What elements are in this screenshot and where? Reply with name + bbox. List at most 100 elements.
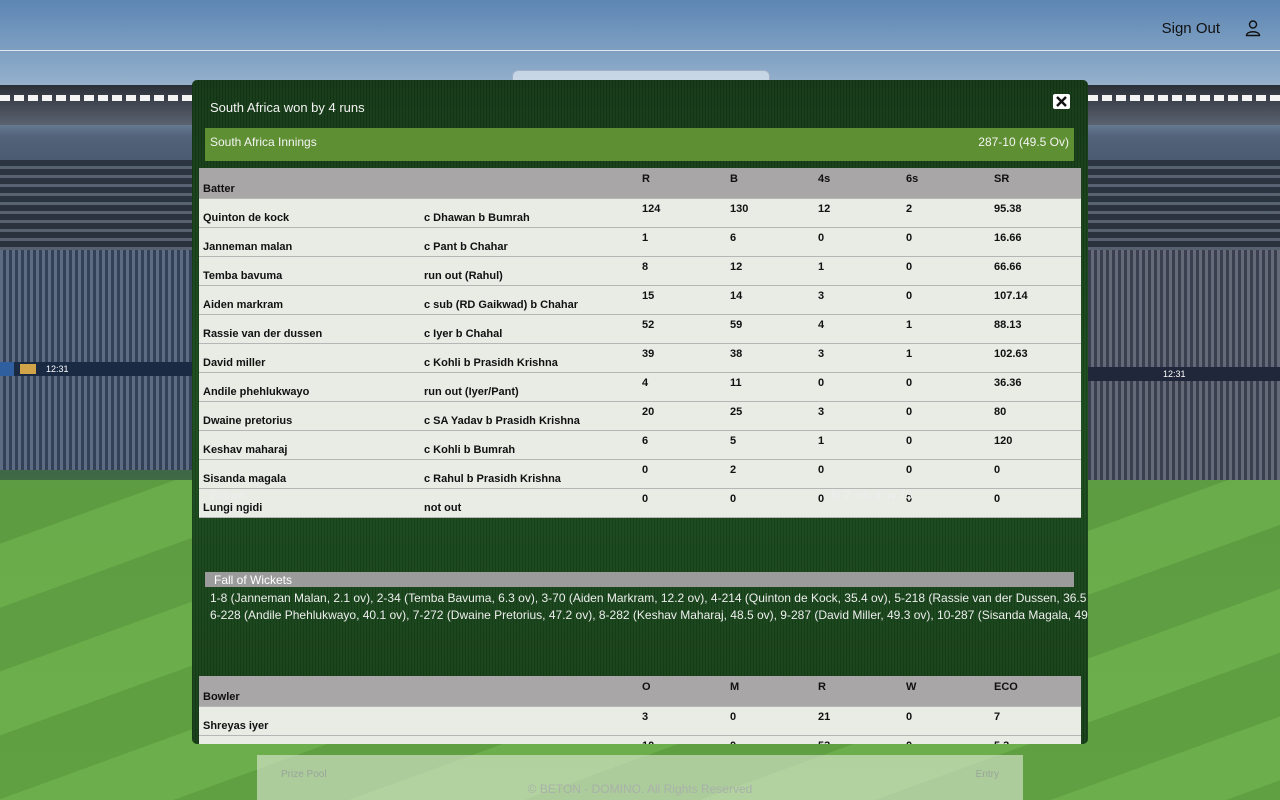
fours-cell: 1 (814, 430, 902, 460)
dismissal: c SA Yadav b Prasidh Krishna (420, 401, 638, 431)
strike-rate-cell: 36.36 (990, 372, 1081, 402)
sixes-cell: 0 (902, 285, 990, 315)
strike-rate-cell: 0 (990, 488, 1081, 518)
balls-cell: 2 (726, 459, 814, 489)
strike-rate-cell: 95.38 (990, 198, 1081, 228)
balls-cell: 25 (726, 401, 814, 431)
fall-of-wickets-header: Fall of Wickets (205, 572, 1074, 587)
table-row: Rassie van der dussen c Iyer b Chahal 52 59… (199, 314, 1081, 344)
fow-line: 1-8 (Janneman Malan, 2.1 ov), 2-34 (Temb… (210, 591, 1088, 605)
crowd-right (1085, 250, 1280, 480)
balls-cell: 11 (726, 372, 814, 402)
sixes-cell: 1 (902, 343, 990, 373)
strike-rate-cell: 120 (990, 430, 1081, 460)
extras-value: lb 2, nb 3, w 13 (831, 488, 913, 502)
strike-rate-cell: 16.66 (990, 227, 1081, 257)
table-row: Dwaine pretorius c SA Yadav b Prasidh Kri… (199, 401, 1081, 431)
col-sixes: 6s (902, 168, 990, 199)
runs-cell: 52 (638, 314, 726, 344)
batter-name: Andile phehlukwayo (199, 372, 420, 402)
strike-rate-cell: 88.13 (990, 314, 1081, 344)
col-maidens: M (726, 676, 814, 707)
economy-cell: 5.3 (990, 735, 1081, 744)
dismissal: c Kohli b Bumrah (420, 430, 638, 460)
batter-name: Dwaine pretorius (199, 401, 420, 431)
match-result: South Africa won by 4 runs (210, 100, 365, 115)
sixes-cell: 0 (902, 372, 990, 402)
table-row: Jayant yadav1005305.3 (199, 735, 1081, 744)
bowler-name: Shreyas iyer (199, 706, 420, 736)
runs-cell: 6 (638, 430, 726, 460)
sky-divider (0, 50, 1280, 51)
table-row: Andile phehlukwayo run out (Iyer/Pant) 4 11… (199, 372, 1081, 402)
strike-rate-cell: 107.14 (990, 285, 1081, 315)
table-row: Sisanda magala c Rahul b Prasidh Krishna 0… (199, 459, 1081, 489)
extras-label: Extras (210, 488, 245, 502)
fours-cell: 3 (814, 343, 902, 373)
strike-rate-cell: 66.66 (990, 256, 1081, 286)
scoreboard-left: 12:31 (0, 362, 192, 376)
blank-cell (420, 735, 638, 744)
fours-cell: 0 (814, 372, 902, 402)
balls-cell: 14 (726, 285, 814, 315)
overs-cell: 10 (638, 735, 726, 744)
dismissal: c Iyer b Chahal (420, 314, 638, 344)
runs-conceded-cell: 53 (814, 735, 902, 744)
fours-cell: 0 (814, 227, 902, 257)
runs-cell: 8 (638, 256, 726, 286)
wickets-cell: 0 (902, 735, 990, 744)
col-runs: R (638, 168, 726, 199)
balls-cell: 6 (726, 227, 814, 257)
innings-score: 287-10 (49.5 Ov) (978, 135, 1069, 149)
batter-name: Keshav maharaj (199, 430, 420, 460)
fours-cell: 4 (814, 314, 902, 344)
sixes-cell: 0 (902, 227, 990, 257)
close-icon (1056, 96, 1067, 107)
fours-cell: 1 (814, 256, 902, 286)
innings-header: South Africa Innings 287-10 (49.5 Ov) (205, 128, 1074, 161)
sign-out-link[interactable]: Sign Out (1162, 20, 1220, 37)
col-runs-conceded: R (814, 676, 902, 707)
runs-cell: 124 (638, 198, 726, 228)
fours-cell: 12 (814, 198, 902, 228)
wickets-cell: 0 (902, 706, 990, 736)
user-icon[interactable] (1244, 19, 1262, 37)
runs-conceded-cell: 21 (814, 706, 902, 736)
table-row: Aiden markram c sub (RD Gaikwad) b Chahar… (199, 285, 1081, 315)
col-bowler: Bowler (199, 676, 420, 707)
sixes-cell: 0 (902, 488, 990, 518)
col-fours: 4s (814, 168, 902, 199)
dismissal: not out (420, 488, 638, 518)
fall-of-wickets-text: 1-8 (Janneman Malan, 2.1 ov), 2-34 (Temb… (210, 590, 1088, 624)
table-row: Janneman malan c Pant b Chahar 1 6 0 0 16.66 (199, 227, 1081, 257)
col-batter: Batter (199, 168, 420, 199)
col-overs: O (638, 676, 726, 707)
entry-label: Entry (975, 769, 999, 780)
balls-cell: 59 (726, 314, 814, 344)
sixes-cell: 1 (902, 314, 990, 344)
fours-cell: 3 (814, 285, 902, 315)
balls-cell: 5 (726, 430, 814, 460)
col-dismissal (420, 168, 638, 199)
batter-name: Rassie van der dussen (199, 314, 420, 344)
balls-cell: 38 (726, 343, 814, 373)
col-blank (420, 676, 638, 707)
bowling-header-row: Bowler O M R W ECO (199, 676, 1081, 707)
balls-cell: 0 (726, 488, 814, 518)
runs-cell: 1 (638, 227, 726, 257)
fours-cell: 0 (814, 459, 902, 489)
runs-cell: 0 (638, 488, 726, 518)
close-button[interactable] (1053, 94, 1070, 109)
dismissal: c Dhawan b Bumrah (420, 198, 638, 228)
batting-table: Batter R B 4s 6s SR Quinton de kock c Dha… (199, 168, 1081, 518)
runs-cell: 4 (638, 372, 726, 402)
crowd-left (0, 250, 200, 470)
scorecard-modal: South Africa won by 4 runs South Africa … (192, 80, 1088, 744)
dismissal: c sub (RD Gaikwad) b Chahar (420, 285, 638, 315)
sixes-cell: 0 (902, 401, 990, 431)
stand-right (1088, 160, 1280, 250)
sixes-cell: 0 (902, 256, 990, 286)
balls-cell: 12 (726, 256, 814, 286)
col-wickets: W (902, 676, 990, 707)
balls-cell: 130 (726, 198, 814, 228)
